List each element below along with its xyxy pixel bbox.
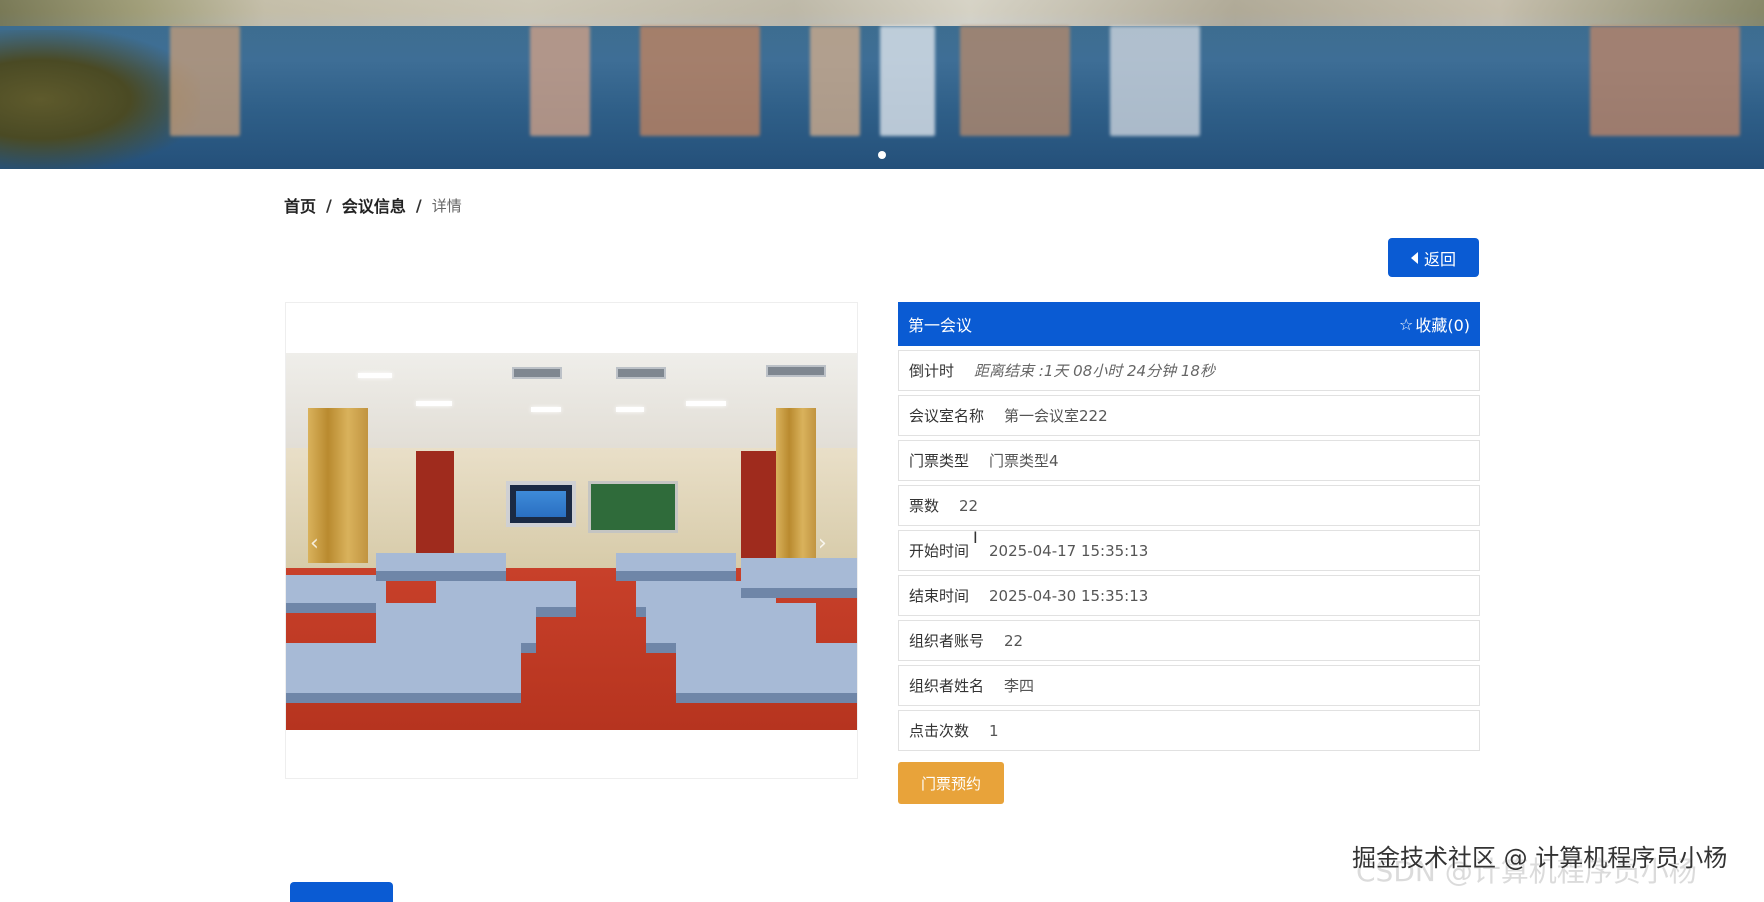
photo-desk	[286, 575, 386, 613]
row-label: 结束时间	[909, 587, 970, 605]
photo-desk	[376, 553, 506, 581]
detail-header: 第一会议 ☆ 收藏(0)	[898, 302, 1480, 346]
breadcrumb-current: 详情	[431, 196, 462, 215]
breadcrumb-separator: /	[326, 195, 332, 215]
row-label: 组织者账号	[909, 632, 985, 650]
star-outline-icon: ☆	[1398, 314, 1414, 334]
detail-row-start-time: 开始时间 2025-04-17 15:35:13	[898, 530, 1480, 571]
photo-light	[358, 373, 392, 378]
breadcrumb-home[interactable]: 首页	[284, 193, 316, 217]
photo-vent	[512, 367, 562, 379]
photo-curtain	[776, 408, 816, 563]
meeting-detail-panel: 第一会议 ☆ 收藏(0) 倒计时 距离结束 :1天 08小时 24分钟 18秒 …	[898, 302, 1480, 751]
bottom-action-button[interactable]	[290, 882, 393, 902]
breadcrumb-separator: /	[415, 195, 422, 215]
row-label: 点击次数	[909, 722, 970, 740]
photo-light	[686, 401, 726, 406]
photo-light	[616, 407, 644, 412]
banner-reflection	[810, 26, 860, 136]
row-label: 票数	[909, 497, 940, 515]
row-label: 倒计时	[909, 362, 955, 380]
row-label: 组织者姓名	[909, 677, 985, 695]
row-label: 门票类型	[909, 452, 970, 470]
row-label: 开始时间	[909, 542, 970, 560]
banner-reflection	[170, 26, 240, 136]
banner-reflection	[640, 26, 760, 136]
photo-light	[531, 407, 561, 412]
row-value: 1	[989, 721, 999, 740]
banner-skyline	[0, 0, 1764, 26]
banner-reflection	[1110, 26, 1200, 136]
detail-row-room-name: 会议室名称 第一会议室222	[898, 395, 1480, 436]
banner-reflection	[1590, 26, 1740, 136]
detail-row-click-count: 点击次数 1	[898, 710, 1480, 751]
banner-reflection	[960, 26, 1070, 136]
row-value: 距离结束 :1天 08小时 24分钟 18秒	[974, 362, 1215, 380]
detail-row-ticket-count: 票数 22	[898, 485, 1480, 526]
photo-desk	[286, 643, 521, 703]
photo-desk	[741, 558, 857, 598]
favorite-label: 收藏(0)	[1415, 316, 1470, 335]
photo-desk	[616, 553, 736, 581]
row-value: 第一会议室222	[1004, 407, 1108, 425]
image-carousel: ‹ ›	[285, 302, 858, 779]
row-value: 2025-04-30 15:35:13	[989, 586, 1149, 605]
row-label: 会议室名称	[909, 407, 985, 425]
photo-wood-panel	[416, 451, 454, 561]
detail-row-end-time: 结束时间 2025-04-30 15:35:13	[898, 575, 1480, 616]
meeting-title: 第一会议	[908, 316, 973, 335]
row-value: 李四	[1004, 677, 1035, 695]
caret-left-icon	[1410, 251, 1418, 264]
photo-light	[416, 401, 452, 406]
back-button[interactable]: 返回	[1388, 238, 1479, 277]
meeting-room-photo: ‹ ›	[286, 353, 857, 730]
photo-vent	[616, 367, 666, 379]
detail-row-organizer-name: 组织者姓名 李四	[898, 665, 1480, 706]
photo-desk	[676, 643, 857, 703]
photo-vent	[766, 365, 826, 377]
carousel-next-icon[interactable]: ›	[818, 531, 827, 556]
photo-wood-panel	[741, 451, 781, 561]
back-button-label: 返回	[1423, 249, 1456, 269]
breadcrumb: 首页 / 会议信息 / 详情	[284, 193, 462, 217]
header-banner	[0, 0, 1764, 169]
breadcrumb-section[interactable]: 会议信息	[342, 193, 406, 217]
detail-row-countdown: 倒计时 距离结束 :1天 08小时 24分钟 18秒	[898, 350, 1480, 391]
ticket-booking-button[interactable]: 门票预约	[898, 762, 1004, 804]
banner-reflection	[530, 26, 590, 136]
photo-tv	[506, 481, 576, 527]
photo-blackboard	[588, 481, 678, 533]
carousel-indicator[interactable]	[878, 151, 886, 159]
carousel-prev-icon[interactable]: ‹	[310, 531, 319, 556]
row-value: 门票类型4	[989, 452, 1059, 470]
favorite-button[interactable]: ☆ 收藏(0)	[1399, 312, 1470, 336]
row-value: 22	[959, 496, 979, 515]
row-value: 22	[1004, 631, 1024, 650]
row-value: 2025-04-17 15:35:13	[989, 541, 1149, 560]
watermark: 掘金技术社区 @ 计算机程序员小杨	[1352, 844, 1728, 872]
detail-row-organizer-account: 组织者账号 22	[898, 620, 1480, 661]
detail-row-ticket-type: 门票类型 门票类型4	[898, 440, 1480, 481]
banner-reflection	[880, 26, 935, 136]
text-cursor-icon: I	[973, 528, 978, 547]
